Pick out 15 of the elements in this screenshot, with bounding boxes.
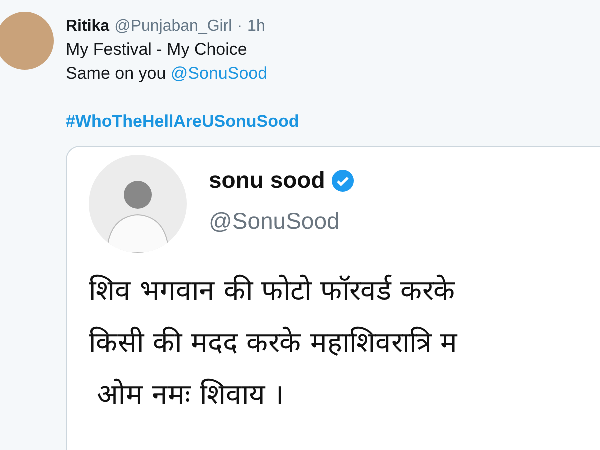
mention-link[interactable]: @SonuSood (170, 64, 268, 83)
quoted-tweet-text: ओम नमः शिवाय । (96, 377, 286, 413)
tweet-text: Same on you (66, 64, 166, 83)
quoted-tweet-text: शिव भगवान की फोटो फॉरवर्ड करके (89, 273, 457, 309)
quoted-author-name: sonu sood (209, 167, 326, 194)
avatar[interactable] (0, 12, 54, 70)
quoted-tweet-text: किसी की मदद करके महाशिवरात्रि म (89, 325, 459, 361)
separator: · (237, 17, 243, 37)
author-name[interactable]: Ritika (66, 16, 110, 38)
author-handle[interactable]: @Punjaban_Girl (114, 16, 232, 38)
tweet-text: My Festival - My Choice (66, 39, 248, 61)
quoted-author-handle: @SonuSood (209, 208, 341, 235)
quoted-tweet-card[interactable]: sonu sood @SonuSood शिव भगवान की फोटो फॉरवर्ड करके किसी की मदद करके महाशिवरात्रि म ओम नमः शिवाय । (66, 146, 600, 450)
hashtag-link[interactable]: #WhoTheHellAreUSonuSood (66, 110, 600, 134)
tweet-time[interactable]: 1h (248, 16, 266, 38)
